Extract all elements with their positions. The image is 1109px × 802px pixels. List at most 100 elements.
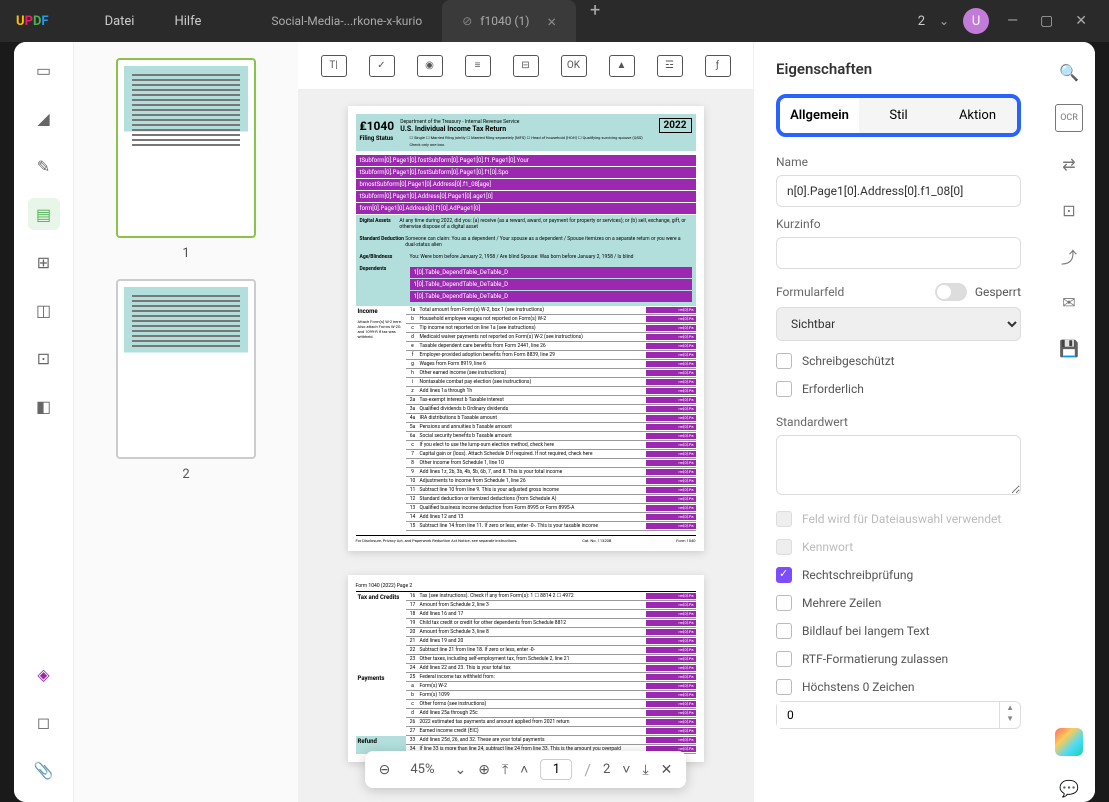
p2-header: Form 1040 (2022) Page 2 [356,583,696,592]
save-icon[interactable]: 💾 [1055,334,1083,362]
first-page-button[interactable]: ⤒ [502,762,508,778]
pages-icon[interactable]: ◫ [28,294,60,326]
field-overlay[interactable]: tSubform[0].Page1[0].Address[0].Page1[0]… [356,191,696,202]
compress-icon[interactable]: ⊡ [1055,196,1083,224]
canvas-toolbar: T| ✓ ◉ ≡ ⊟ OK ▲ ☲ ƒ [298,42,753,90]
attachment-icon[interactable]: 📎 [28,754,60,786]
add-tab-button[interactable]: + [576,0,614,42]
doc-row: 8Other income from Schedule 1, line 10rm… [406,459,696,468]
stepper-up[interactable]: ▲ [1000,702,1020,713]
name-input[interactable] [776,175,1021,207]
menu-help[interactable]: Hilfe [174,14,201,29]
locked-toggle[interactable] [935,283,967,301]
reader-icon[interactable]: ▭ [28,54,60,86]
radio-tool[interactable]: ◉ [417,55,443,77]
doc-row: 27Earned income credit (EIC)rm[0].Pa [406,727,696,736]
doc-row: eTaxable dependent care benefits from Fo… [406,342,696,351]
multiline-checkbox[interactable] [776,595,792,611]
field-overlay-selected[interactable]: bmostSubform[0].Page1[0].Address[0].f1_0… [356,179,696,190]
field-overlay[interactable]: 1[0].Table_DependTable_DeTable_D [410,267,692,278]
maxchars-checkbox[interactable] [776,679,792,695]
next-page-button[interactable]: ˅ [622,761,630,778]
close-bar-button[interactable]: ✕ [661,762,673,778]
document-page-1[interactable]: ₤1040 Department of the Treasury - Inter… [348,106,704,551]
rtf-checkbox[interactable] [776,651,792,667]
filing-status-label: Filing Status [360,135,410,142]
highlight-icon[interactable]: ◢ [28,102,60,134]
field-overlay[interactable]: tSubform[0].Page1[0].fostSubform[0].Page… [356,155,696,166]
field-overlay[interactable]: form[0].Page1[0].Address[0].f1[0].AdPage… [356,203,696,214]
date-tool[interactable]: ☲ [657,55,683,77]
listbox-tool[interactable]: ⊟ [513,55,539,77]
organize-icon[interactable]: ⊞ [28,246,60,278]
eye-off-icon: ⊘ [462,14,472,28]
dropdown-tool[interactable]: ≡ [465,55,491,77]
signature-tool[interactable]: ƒ [705,55,731,77]
button-tool[interactable]: OK [561,55,587,77]
zoom-in-button[interactable]: ⊕ [478,762,490,778]
textfield-tool[interactable]: T| [321,55,347,77]
zoom-out-button[interactable]: ⊖ [379,762,391,778]
tab-general[interactable]: Allgemein [780,98,859,133]
visibility-select[interactable]: Sichtbar [776,307,1021,341]
menu-file[interactable]: Datei [105,14,135,29]
crop-icon[interactable]: ⊡ [28,342,60,374]
thumb-1[interactable]: 1 [90,58,282,261]
tab-style[interactable]: Stil [859,98,938,133]
doc-row: bForm(s) 1099rm[0].Pa [406,691,696,700]
doc-row: aForm(s) W-2rm[0].Pa [406,682,696,691]
scroll-label: Bildlauf bei langem Text [802,624,930,638]
spellcheck-label: Rechtschreibprüfung [802,568,913,582]
zoom-level[interactable]: 45% [402,762,442,777]
field-overlay[interactable]: 1[0].Table_DependTable_DeTable_D [410,291,692,302]
email-icon[interactable]: ✉ [1055,288,1083,316]
comment-icon[interactable]: 💬 [1055,774,1083,802]
field-overlay[interactable]: tSubform[0].Page1[0].fostSubform[0].Page… [356,167,696,178]
convert-icon[interactable]: ⇄ [1055,150,1083,178]
avatar[interactable]: U [963,8,989,34]
tab-active[interactable]: ⊘ f1040 (1) × [442,0,576,42]
share-icon[interactable]: ⤴ [1055,242,1083,270]
thumbnails-panel: 1 2 [74,42,298,802]
form-number: 1040 [367,119,395,133]
image-tool[interactable]: ▲ [609,55,635,77]
doc-row: dMedicaid waiver payments not reported o… [406,333,696,342]
redact-icon[interactable]: ◧ [28,390,60,422]
checkbox-tool[interactable]: ✓ [369,55,395,77]
layers-icon[interactable]: ◈ [28,658,60,690]
document-page-2[interactable]: Form 1040 (2022) Page 2 Tax and Credits … [348,575,704,762]
chevron-down-icon[interactable]: ⌄ [939,14,949,28]
maximize-button[interactable]: ▢ [1036,9,1057,33]
edit-icon[interactable]: ✎ [28,150,60,182]
default-input[interactable] [776,435,1021,495]
doc-row: 6aSocial security benefits b Taxable amo… [406,432,696,441]
left-toolbar: ▭ ◢ ✎ ▤ ⊞ ◫ ⊡ ◧ ◈ ◻ 📎 [14,42,74,802]
field-overlay[interactable]: 1[0].Table_DependTable_DeTable_D [410,279,692,290]
tooltip-input[interactable] [776,237,1021,269]
doc-row: 11Subtract line 10 from line 9. This is … [406,486,696,495]
doc-row: iNontaxable combat pay election (see ins… [406,378,696,387]
tab-inactive[interactable]: Social-Media-...rkone-x-kurio [251,0,442,42]
ocr-icon[interactable]: OCR [1055,104,1083,132]
minimize-button[interactable]: — [1003,9,1022,33]
tab-action[interactable]: Aktion [938,98,1017,133]
prev-page-button[interactable]: ˄ [520,761,528,778]
page-input[interactable] [540,759,572,780]
stepper-input[interactable] [777,702,999,728]
zoom-dropdown[interactable]: ⌄ [454,762,466,778]
required-checkbox[interactable] [776,381,792,397]
search-icon[interactable]: 🔍 [1055,58,1083,86]
ai-icon[interactable] [1055,728,1083,756]
close-button[interactable]: ✕ [1071,9,1091,33]
form-icon[interactable]: ▤ [28,198,60,230]
thumb-2[interactable]: 2 [90,279,282,482]
close-icon[interactable]: × [547,12,556,31]
canvas-scroll[interactable]: ₤1040 Department of the Treasury - Inter… [298,90,753,802]
scroll-checkbox[interactable] [776,623,792,639]
spellcheck-checkbox[interactable] [776,567,792,583]
stepper-down[interactable]: ▼ [1000,713,1020,724]
last-page-button[interactable]: ⤓ [642,762,648,778]
maxchars-stepper[interactable]: ▲▼ [776,701,1021,729]
readonly-checkbox[interactable] [776,353,792,369]
bookmark-icon[interactable]: ◻ [28,706,60,738]
